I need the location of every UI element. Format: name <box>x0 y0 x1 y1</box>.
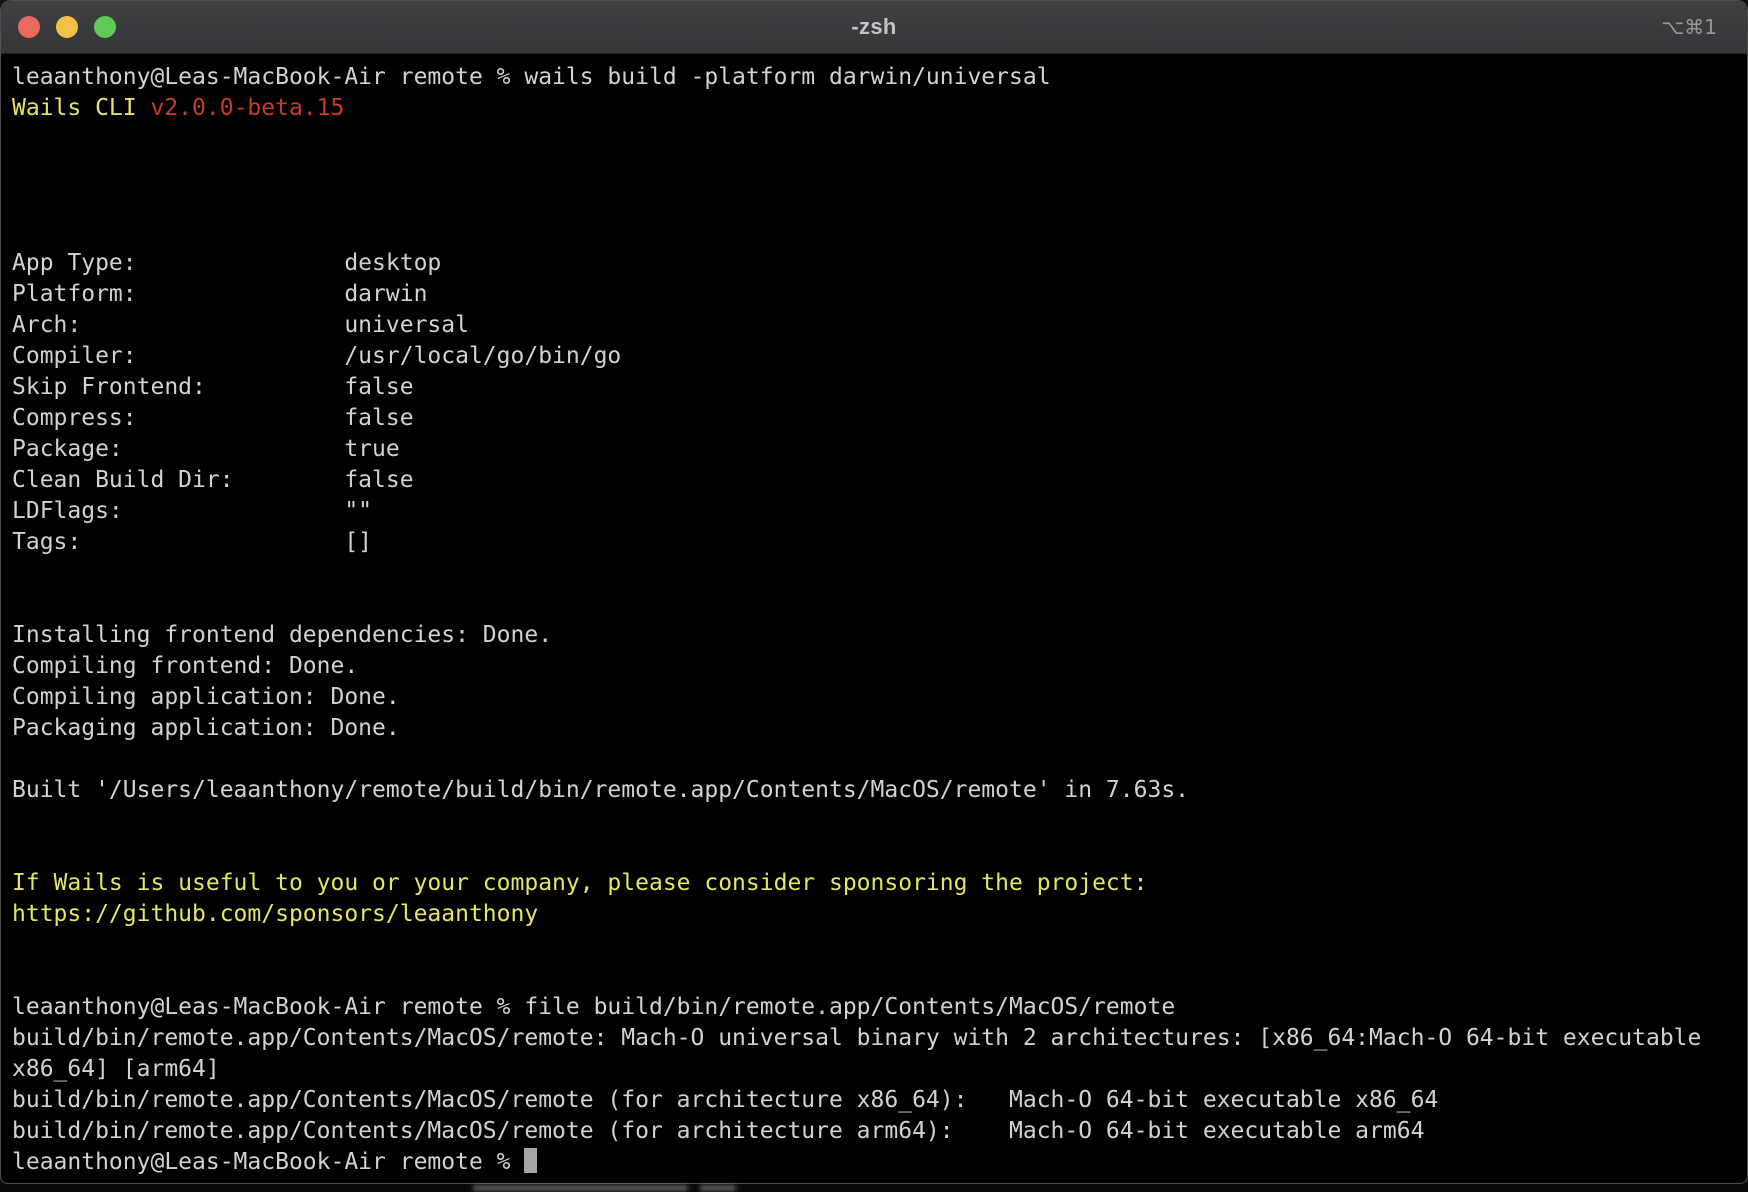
terminal-cursor <box>524 1148 537 1173</box>
terminal-line: Platform: darwin <box>12 279 1747 310</box>
terminal-text-segment: build/bin/remote.app/Contents/MacOS/remo… <box>12 1025 1701 1051</box>
terminal-text-segment: x86_64] [arm64] <box>12 1056 220 1082</box>
terminal-text-segment: Compiling frontend: Done. <box>12 653 358 679</box>
background-content-smudge <box>473 1185 688 1191</box>
terminal-line: App Type: desktop <box>12 248 1747 279</box>
terminal-text-segment: Compiler: /usr/local/go/bin/go <box>12 343 621 369</box>
window-titlebar[interactable]: -zsh ⌥⌘1 <box>1 1 1747 54</box>
terminal-line <box>12 589 1747 620</box>
terminal-line: Packaging application: Done. <box>12 713 1747 744</box>
terminal-text-segment: build/bin/remote.app/Contents/MacOS/remo… <box>12 1087 1438 1113</box>
terminal-line <box>12 186 1747 217</box>
terminal-line: leaanthony@Leas-MacBook-Air remote % fil… <box>12 992 1747 1023</box>
terminal-text-segment: Tags: [] <box>12 529 372 555</box>
terminal-line: Compiling frontend: Done. <box>12 651 1747 682</box>
terminal-text-segment: leaanthony@Leas-MacBook-Air remote % fil… <box>12 994 1175 1020</box>
terminal-line: build/bin/remote.app/Contents/MacOS/remo… <box>12 1116 1747 1147</box>
terminal-text-segment: https://github.com/sponsors/leaanthony <box>12 901 538 927</box>
terminal-screen[interactable]: leaanthony@Leas-MacBook-Air remote % wai… <box>1 54 1747 1178</box>
terminal-line <box>12 930 1747 961</box>
terminal-line <box>12 558 1747 589</box>
terminal-text-segment: Wails CLI <box>12 95 150 121</box>
terminal-line: Tags: [] <box>12 527 1747 558</box>
terminal-text-segment: Package: true <box>12 436 400 462</box>
terminal-line: Skip Frontend: false <box>12 372 1747 403</box>
terminal-text-segment: Skip Frontend: false <box>12 374 414 400</box>
terminal-line: Built '/Users/leaanthony/remote/build/bi… <box>12 775 1747 806</box>
background-content-smudge <box>700 1185 736 1191</box>
terminal-text-segment: LDFlags: "" <box>12 498 372 524</box>
close-button[interactable] <box>18 16 40 38</box>
terminal-line: Package: true <box>12 434 1747 465</box>
terminal-text-segment: Packaging application: Done. <box>12 715 400 741</box>
minimize-button[interactable] <box>56 16 78 38</box>
terminal-text-segment: Installing frontend dependencies: Done. <box>12 622 552 648</box>
terminal-line: leaanthony@Leas-MacBook-Air remote % wai… <box>12 62 1747 93</box>
terminal-line: Compiler: /usr/local/go/bin/go <box>12 341 1747 372</box>
terminal-line <box>12 124 1747 155</box>
terminal-line: Arch: universal <box>12 310 1747 341</box>
terminal-text-segment: Compress: false <box>12 405 414 431</box>
window-title: -zsh <box>851 14 896 40</box>
terminal-line <box>12 744 1747 775</box>
terminal-line: Compiling application: Done. <box>12 682 1747 713</box>
terminal-line <box>12 217 1747 248</box>
terminal-text-segment: leaanthony@Leas-MacBook-Air remote % wai… <box>12 64 1051 90</box>
window-shortcut-badge: ⌥⌘1 <box>1661 15 1717 39</box>
terminal-line <box>12 961 1747 992</box>
traffic-lights <box>18 1 116 53</box>
terminal-line <box>12 837 1747 868</box>
terminal-line: x86_64] [arm64] <box>12 1054 1747 1085</box>
terminal-line: leaanthony@Leas-MacBook-Air remote % <box>12 1147 1747 1178</box>
terminal-line: Compress: false <box>12 403 1747 434</box>
terminal-text-segment: Arch: universal <box>12 312 469 338</box>
terminal-window: -zsh ⌥⌘1 leaanthony@Leas-MacBook-Air rem… <box>0 0 1748 1184</box>
zoom-button[interactable] <box>94 16 116 38</box>
terminal-line: LDFlags: "" <box>12 496 1747 527</box>
terminal-text-segment: Platform: darwin <box>12 281 427 307</box>
terminal-line: Installing frontend dependencies: Done. <box>12 620 1747 651</box>
terminal-text-segment: App Type: desktop <box>12 250 441 276</box>
terminal-line: If Wails is useful to you or your compan… <box>12 868 1747 899</box>
terminal-line: build/bin/remote.app/Contents/MacOS/remo… <box>12 1023 1747 1054</box>
terminal-line: Clean Build Dir: false <box>12 465 1747 496</box>
terminal-line: build/bin/remote.app/Contents/MacOS/remo… <box>12 1085 1747 1116</box>
terminal-text-segment: Clean Build Dir: false <box>12 467 414 493</box>
terminal-text-segment: If Wails is useful to you or your compan… <box>12 870 1147 896</box>
terminal-line: Wails CLI v2.0.0-beta.15 <box>12 93 1747 124</box>
terminal-text-segment: Compiling application: Done. <box>12 684 400 710</box>
terminal-line: https://github.com/sponsors/leaanthony <box>12 899 1747 930</box>
terminal-text-segment: v2.0.0-beta.15 <box>150 95 344 121</box>
terminal-line <box>12 806 1747 837</box>
terminal-text-segment: build/bin/remote.app/Contents/MacOS/remo… <box>12 1118 1424 1144</box>
terminal-text-segment: leaanthony@Leas-MacBook-Air remote % <box>12 1149 524 1175</box>
terminal-line <box>12 155 1747 186</box>
background-window-sliver <box>0 1184 1748 1192</box>
terminal-text-segment: Built '/Users/leaanthony/remote/build/bi… <box>12 777 1189 803</box>
